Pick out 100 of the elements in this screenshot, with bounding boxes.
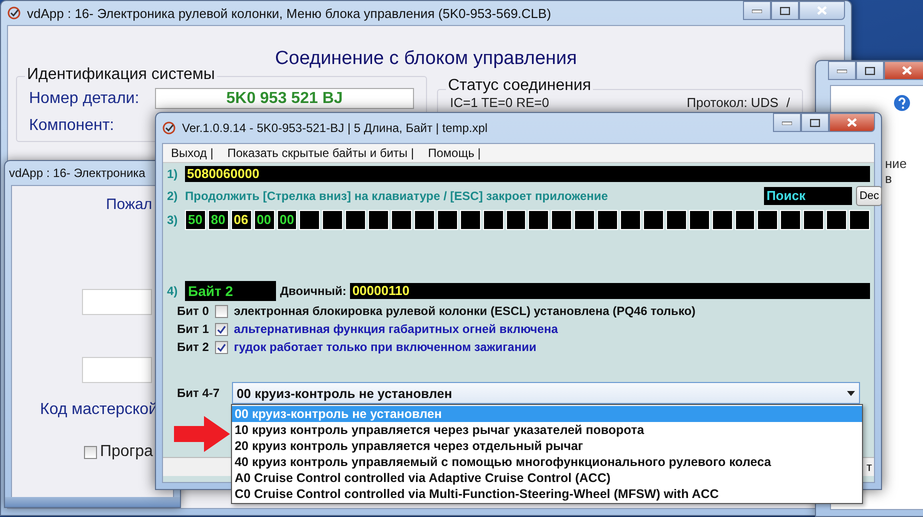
byte-cell[interactable] xyxy=(849,210,870,230)
byte-cell[interactable] xyxy=(551,210,572,230)
binary-label: Двоичный: xyxy=(280,284,346,298)
close-icon xyxy=(847,118,857,127)
minimize-button[interactable] xyxy=(743,1,771,20)
dropdown-option[interactable]: 10 круиз контроль управляется через рычаг указателей поворота xyxy=(232,422,862,438)
close-button[interactable] xyxy=(829,113,875,132)
field-label: Компонент: xyxy=(29,117,116,135)
close-icon xyxy=(817,6,827,15)
byte-cell[interactable] xyxy=(780,210,802,230)
close-icon xyxy=(902,66,912,75)
arrow-icon xyxy=(172,415,232,453)
close-button[interactable] xyxy=(884,61,923,80)
status-counters: IC=1 TE=0 RE=0 xyxy=(450,96,550,109)
row-number: 4) xyxy=(167,284,179,298)
menu-item[interactable]: Показать скрытые байты и биты | xyxy=(227,146,414,160)
maximize-icon xyxy=(865,66,875,74)
section-heading: Соединение с блоком управления xyxy=(274,47,578,71)
bit-label: Бит 2 xyxy=(177,340,209,354)
byte-cell[interactable] xyxy=(712,210,733,230)
status-indicator: / xyxy=(786,96,790,109)
hex-field[interactable]: 5080060000 xyxy=(185,166,870,182)
byte-cell[interactable] xyxy=(642,210,664,230)
window-title: vdApp : 16- Электроника xyxy=(9,166,146,180)
group-title: Статус соединения xyxy=(446,79,594,92)
byte-value: 80 xyxy=(210,213,226,227)
window-title: Ver.1.0.9.14 - 5K0-953-521-BJ | 5 Длина, Байт | temp.xpl xyxy=(182,121,488,135)
input-field[interactable] xyxy=(82,289,152,315)
bit-description: альтернативная функция габаритных огней включена xyxy=(234,322,558,336)
text-field[interactable]: 5K0 953 521 BJ xyxy=(155,88,414,109)
byte-cell[interactable] xyxy=(597,210,618,230)
select-label: Бит 4-7 xyxy=(177,386,220,400)
bit-label: Бит 0 xyxy=(177,304,209,318)
byte-cell[interactable] xyxy=(414,210,435,230)
byte-cell[interactable] xyxy=(322,210,344,230)
minimize-button[interactable] xyxy=(773,113,801,132)
byte-value: 06 xyxy=(234,213,248,227)
minimize-icon xyxy=(752,8,762,12)
byte-cell[interactable] xyxy=(368,210,390,230)
maximize-icon xyxy=(780,6,790,14)
byte-cell[interactable]: 06 xyxy=(230,210,252,230)
byte-cell[interactable] xyxy=(574,210,596,230)
byte-cell[interactable] xyxy=(734,210,756,230)
group-title: Идентификация системы xyxy=(25,66,217,84)
maximize-icon xyxy=(810,118,820,126)
byte-cell[interactable]: 00 xyxy=(254,210,275,230)
byte-cell[interactable] xyxy=(528,210,550,230)
maximize-button[interactable] xyxy=(801,113,829,132)
dropdown[interactable]: 00 круиз-контроль не установлен xyxy=(232,382,860,404)
maximize-button[interactable] xyxy=(771,1,799,20)
dropdown-option[interactable]: C0 Cruise Control controlled via Multi-Function-Steering-Wheel (MFSW) with ACC xyxy=(232,486,862,502)
byte-cell[interactable] xyxy=(826,210,848,230)
minimize-button[interactable] xyxy=(828,61,856,80)
byte-cell[interactable] xyxy=(506,210,526,230)
byte-cell[interactable] xyxy=(757,210,778,230)
byte-cell[interactable] xyxy=(482,210,504,230)
byte-label: Байт 2 xyxy=(185,281,276,301)
text-fragment: в xyxy=(884,171,892,186)
byte-cell[interactable] xyxy=(803,210,824,230)
row-number: 1) xyxy=(167,167,179,181)
dropdown-option[interactable]: 20 круиз контроль управляется через отдельный рычаг xyxy=(232,438,862,454)
checkbox[interactable] xyxy=(214,322,228,336)
close-button[interactable] xyxy=(799,1,845,20)
app-icon xyxy=(162,121,176,135)
hint-text: Продолжить [Стрелка вниз] на клавиатуре / [ESC] закроет приложение xyxy=(185,189,609,203)
minimize-icon xyxy=(837,68,847,72)
binary-field[interactable]: 00000110 xyxy=(350,283,870,299)
checkbox[interactable] xyxy=(84,446,97,458)
checkbox[interactable] xyxy=(214,304,228,318)
maximize-button[interactable] xyxy=(856,61,884,80)
dropdown-option[interactable]: A0 Cruise Control controlled via Adaptive Cruise Control (ACC) xyxy=(232,470,862,486)
byte-cell[interactable] xyxy=(391,210,412,230)
dec-button[interactable]: Dec xyxy=(856,186,882,206)
window-title: vdApp : 16- Электроника рулевой колонки, Меню блока управления (5K0-953-569.CLB) xyxy=(27,6,552,20)
row-number: 2) xyxy=(167,189,179,203)
byte-value: 00 xyxy=(256,213,272,227)
byte-cell[interactable] xyxy=(688,210,710,230)
protocol-label: Протокол: UDS xyxy=(686,96,778,109)
byte-cell[interactable] xyxy=(620,210,641,230)
caret-icon xyxy=(847,390,855,396)
byte-cell[interactable] xyxy=(436,210,458,230)
bit-description: электронная блокировка рулевой колонки (ESCL) установлена (PQ46 только) xyxy=(234,304,696,318)
text-fragment: ние xyxy=(884,156,907,171)
byte-cell[interactable]: 50 xyxy=(185,210,206,230)
search-field[interactable]: Поиск xyxy=(764,187,852,205)
input-field[interactable] xyxy=(82,357,152,383)
field-label: Номер детали: xyxy=(29,90,140,108)
menu-item[interactable]: Выход | xyxy=(171,146,214,160)
field-label: Код мастерской xyxy=(39,401,159,419)
checkbox-label: Програ xyxy=(100,443,153,461)
checkbox[interactable] xyxy=(214,340,228,354)
bit-label: Бит 1 xyxy=(177,322,209,336)
byte-cell[interactable]: 80 xyxy=(208,210,229,230)
byte-cell[interactable] xyxy=(460,210,481,230)
menu-item[interactable]: Помощь | xyxy=(428,146,481,160)
byte-cell[interactable] xyxy=(666,210,687,230)
byte-cell[interactable] xyxy=(299,210,320,230)
dropdown-option[interactable]: 40 круиз контроль управляемый с помощью многофункционального рулевого колеса xyxy=(232,454,862,470)
status-text: т xyxy=(866,460,872,474)
byte-cell[interactable] xyxy=(345,210,366,230)
